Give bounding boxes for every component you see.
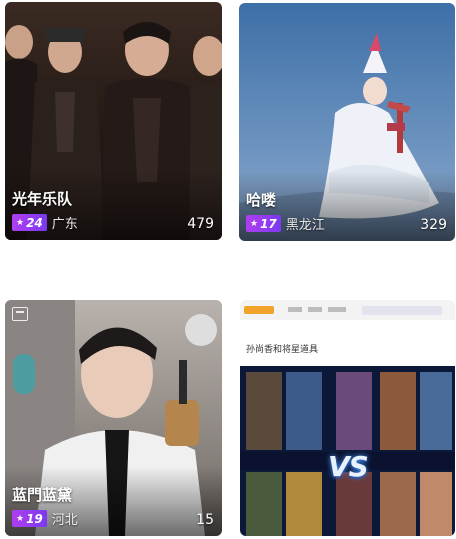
level-badge: ★ 17 [246, 215, 281, 232]
level-value: 19 [26, 511, 43, 526]
location-label: 广东 [51, 217, 78, 232]
viewer-count: 479 [187, 216, 214, 232]
stream-card[interactable]: 哈喽 ★ 17 黑龙江 329 [239, 3, 455, 241]
stream-heading: 孙尚香和将星道具 [246, 345, 319, 355]
live-stream-grid: 光年乐队 ★ 24 广东 479 哈喽 ★ 17 黑龙江 329 蓝門蓝黛 ★ … [0, 0, 456, 539]
star-icon: ★ [16, 217, 25, 228]
star-icon: ★ [16, 513, 25, 524]
level-value: 17 [260, 216, 277, 231]
viewer-count: 329 [420, 217, 447, 233]
viewer-count: 15 [196, 512, 214, 528]
location-label: 黑龙江 [285, 218, 325, 233]
stream-card[interactable]: 孙尚香和将星道具 VS [240, 300, 455, 536]
level-badge: ★ 19 [12, 510, 47, 527]
stream-meta: ★ 19 河北 [12, 509, 78, 528]
stream-card[interactable]: 光年乐队 ★ 24 广东 479 [5, 2, 222, 240]
stream-title: 蓝門蓝黛 [12, 486, 73, 504]
stream-meta: ★ 17 黑龙江 [246, 214, 325, 233]
level-badge: ★ 24 [12, 214, 47, 231]
stream-card[interactable]: 蓝門蓝黛 ★ 19 河北 15 [5, 300, 222, 536]
stream-meta: ★ 24 广东 [12, 213, 78, 232]
stream-title: 光年乐队 [12, 190, 73, 208]
location-label: 河北 [51, 513, 78, 528]
stream-title: 哈喽 [246, 191, 277, 209]
level-value: 24 [26, 215, 43, 230]
stream-thumbnail [240, 300, 455, 536]
star-icon: ★ [250, 218, 259, 229]
screen-icon [12, 307, 28, 321]
vs-label: VS [328, 450, 369, 483]
